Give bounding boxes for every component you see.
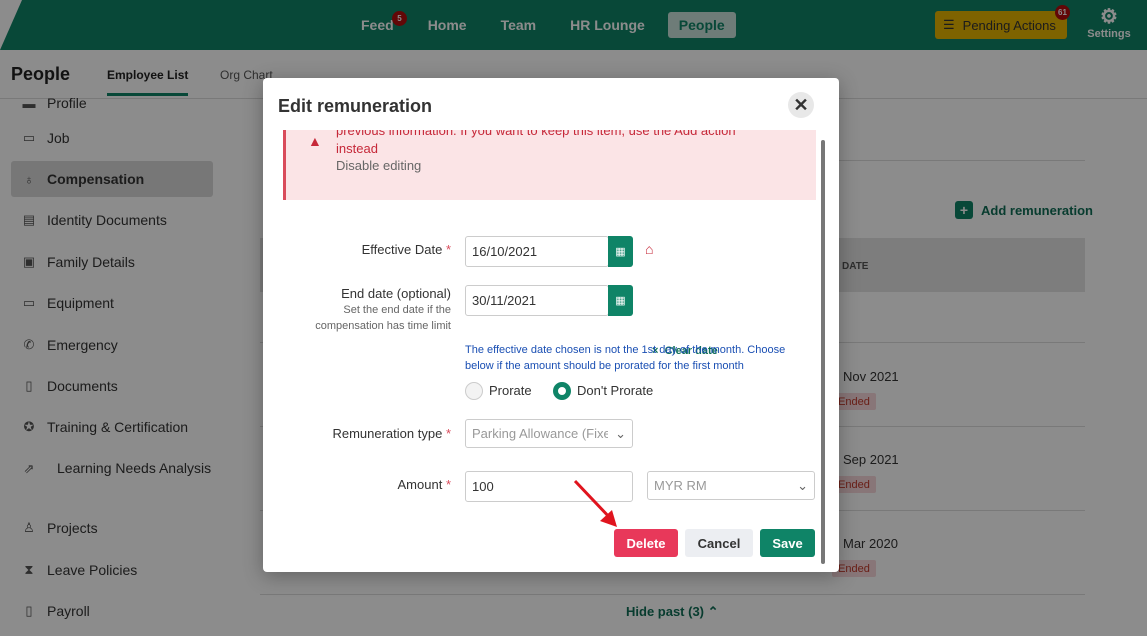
modal-title: Edit remuneration — [278, 96, 433, 116]
end-date-help: Set the end date if the compensation has… — [315, 304, 451, 332]
modal-body[interactable]: ▲ previous information. If you want to k… — [263, 130, 839, 572]
close-icon: ✕ — [793, 94, 809, 115]
currency-value: MYR RM — [654, 478, 707, 493]
save-button[interactable]: Save — [760, 529, 815, 557]
amount-input[interactable]: 100 — [465, 471, 633, 502]
amount-label: Amount * — [303, 477, 452, 492]
effective-date-label: Effective Date * — [303, 242, 451, 257]
warning-text: previous information. If you want to kee… — [336, 130, 736, 156]
amount-label-text: Amount — [397, 477, 443, 492]
chevron-down-icon: ⌄ — [797, 477, 808, 493]
remuneration-type-label-text: Remuneration type — [332, 426, 443, 441]
end-date-label: End date (optional) — [341, 286, 451, 301]
calendar-icon[interactable]: ▦ — [608, 285, 633, 316]
remuneration-type-value: Parking Allowance (Fixed) — [472, 426, 608, 441]
dont-prorate-radio[interactable] — [553, 382, 571, 400]
edit-remuneration-modal: Edit remuneration ✕ ▲ previous informati… — [263, 78, 839, 572]
effective-date-input[interactable]: 16/10/2021 — [465, 236, 609, 267]
dont-prorate-label: Don't Prorate — [577, 383, 654, 398]
chevron-down-icon: ⌄ — [615, 425, 626, 441]
required-mark: * — [445, 477, 451, 492]
prorate-radio[interactable] — [465, 382, 483, 400]
prorate-label: Prorate — [489, 383, 532, 398]
proration-info: The effective date chosen is not the 1st… — [465, 344, 786, 372]
remuneration-type-select[interactable]: Parking Allowance (Fixed) ⌄ — [465, 419, 633, 448]
cancel-button[interactable]: Cancel — [685, 529, 753, 557]
delete-button[interactable]: Delete — [614, 529, 678, 557]
effective-date-label-text: Effective Date — [361, 242, 443, 257]
bank-icon[interactable]: ⌂ — [645, 241, 653, 257]
modal-scrollbar[interactable] — [821, 140, 825, 564]
end-date-input[interactable]: 30/11/2021 — [465, 285, 609, 316]
calendar-icon[interactable]: ▦ — [608, 236, 633, 267]
warning-banner: ▲ previous information. If you want to k… — [283, 130, 816, 200]
currency-select[interactable]: MYR RM ⌄ — [647, 471, 815, 500]
required-mark: * — [445, 426, 451, 441]
disable-editing-link[interactable]: Disable editing — [336, 158, 421, 173]
close-button[interactable]: ✕ — [788, 92, 814, 118]
remuneration-type-label: Remuneration type * — [303, 426, 451, 441]
required-mark: * — [445, 242, 451, 257]
warning-icon: ▲ — [308, 133, 322, 149]
